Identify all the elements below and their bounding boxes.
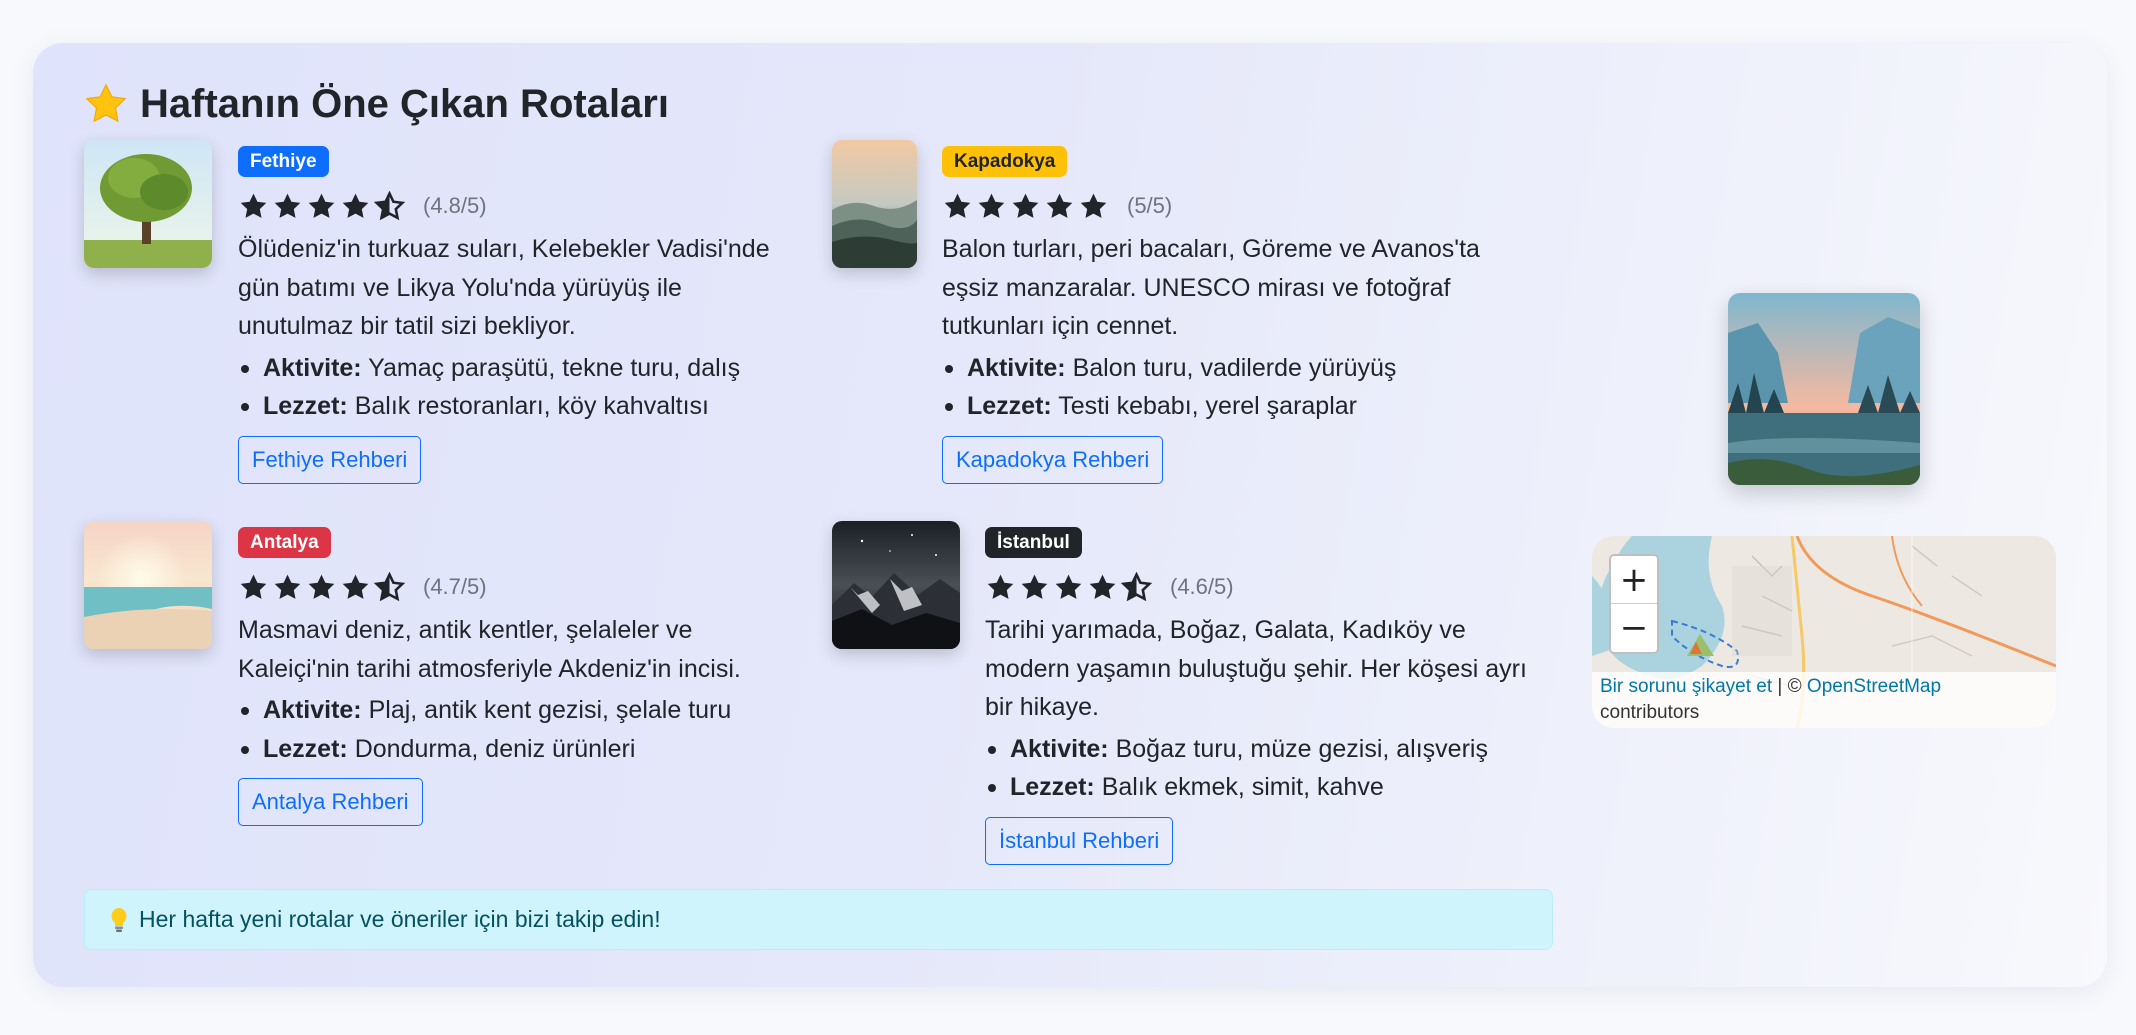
rating-score: (4.7/5) xyxy=(423,574,487,599)
star-full-icon xyxy=(308,574,335,599)
star-rating xyxy=(985,571,1152,603)
activity-item: Aktivite: Plaj, antik kent gezisi, şelal… xyxy=(238,691,798,730)
rating: (4.8/5) xyxy=(238,189,798,223)
follow-tip-alert: Her hafta yeni rotalar ve öneriler için … xyxy=(84,889,1553,950)
section-title-text: Haftanın Öne Çıkan Rotaları xyxy=(140,81,669,126)
activity-item: Aktivite: Yamaç paraşütü, tekne turu, da… xyxy=(238,349,798,388)
food-item: Lezzet: Balık restoranları, köy kahvaltı… xyxy=(238,387,798,426)
star-full-icon xyxy=(978,193,1005,218)
star-full-icon xyxy=(1089,574,1116,599)
map-zoom-controls: + − xyxy=(1609,554,1659,654)
route-description: Tarihi yarımada, Boğaz, Galata, Kadıköy … xyxy=(985,616,1527,721)
rating: (4.7/5) xyxy=(238,570,798,604)
food-item: Lezzet: Balık ekmek, simit, kahve xyxy=(985,768,1565,807)
route-facts: Aktivite: Yamaç paraşütü, tekne turu, da… xyxy=(238,349,798,426)
route-facts: Aktivite: Balon turu, vadilerde yürüyüş … xyxy=(942,349,1562,426)
rating: (5/5) xyxy=(942,189,1562,223)
route-description: Ölüdeniz'in turkuaz suları, Kelebekler V… xyxy=(238,235,770,340)
star-rating xyxy=(942,191,1109,222)
activity-item: Aktivite: Balon turu, vadilerde yürüyüş xyxy=(942,349,1562,388)
antalya-guide-button[interactable]: Antalya Rehberi xyxy=(238,778,423,826)
star-full-icon xyxy=(1080,193,1107,218)
route-badge: Antalya xyxy=(238,527,331,558)
star-full-icon xyxy=(342,574,369,599)
route-badge: Fethiye xyxy=(238,146,329,177)
star-full-icon xyxy=(944,193,971,218)
star-rating xyxy=(238,571,405,603)
star-full-icon xyxy=(342,193,369,218)
food-item: Lezzet: Testi kebabı, yerel şaraplar xyxy=(942,387,1562,426)
kapadokya-guide-button[interactable]: Kapadokya Rehberi xyxy=(942,435,1164,484)
tip-text: Her hafta yeni rotalar ve öneriler için … xyxy=(139,906,661,932)
star-half-icon xyxy=(374,571,405,601)
star-full-icon xyxy=(240,574,267,599)
lightbulb-icon xyxy=(111,907,127,932)
mountain-lake-photo xyxy=(1728,293,1920,485)
route-badge: İstanbul xyxy=(985,527,1082,558)
misty-hills-photo xyxy=(832,140,917,268)
star-full-icon xyxy=(1055,574,1082,599)
star-full-icon xyxy=(987,574,1014,599)
tree-photo xyxy=(84,140,212,268)
star-half-icon xyxy=(374,190,405,220)
fethiye-guide-button[interactable]: Fethiye Rehberi xyxy=(238,435,422,484)
beach-sunset-photo xyxy=(84,521,212,649)
star-full-icon xyxy=(308,193,335,218)
zoom-out-button[interactable]: − xyxy=(1611,604,1657,652)
route-badge: Kapadokya xyxy=(942,146,1068,177)
istanbul-guide-button[interactable]: İstanbul Rehberi xyxy=(985,816,1174,865)
route-description: Masmavi deniz, antik kentler, şelaleler … xyxy=(238,616,741,683)
star-full-icon xyxy=(1021,574,1048,599)
map-attribution: Bir sorunu şikayet et | © OpenStreetMap … xyxy=(1592,672,2056,728)
map-widget[interactable]: + − Bir sorunu şikayet et | © OpenStreet… xyxy=(1592,536,2056,728)
rating: (4.6/5) xyxy=(985,570,1565,604)
route-description: Balon turları, peri bacaları, Göreme ve … xyxy=(942,235,1480,340)
rating-score: (4.8/5) xyxy=(423,193,487,218)
star-full-icon xyxy=(274,574,301,599)
route-facts: Aktivite: Plaj, antik kent gezisi, şelal… xyxy=(238,691,798,768)
rating-score: (4.6/5) xyxy=(1170,574,1234,599)
section-title: Haftanın Öne Çıkan Rotaları xyxy=(84,78,669,130)
star-full-icon xyxy=(1046,193,1073,218)
star-half-icon xyxy=(1121,571,1152,601)
report-issue-link[interactable]: Bir sorunu şikayet et xyxy=(1600,676,1772,697)
rating-score: (5/5) xyxy=(1127,193,1173,218)
route-facts: Aktivite: Boğaz turu, müze gezisi, alışv… xyxy=(985,730,1565,807)
zoom-in-button[interactable]: + xyxy=(1611,556,1657,604)
star-full-icon xyxy=(274,193,301,218)
star-full-icon xyxy=(240,193,267,218)
osm-link[interactable]: OpenStreetMap xyxy=(1807,676,1941,697)
food-item: Lezzet: Dondurma, deniz ürünleri xyxy=(238,730,798,769)
activity-item: Aktivite: Boğaz turu, müze gezisi, alışv… xyxy=(985,730,1565,769)
star-full-icon xyxy=(1012,193,1039,218)
night-mountains-photo xyxy=(832,521,960,649)
star-icon xyxy=(85,83,127,123)
star-rating xyxy=(238,190,405,222)
